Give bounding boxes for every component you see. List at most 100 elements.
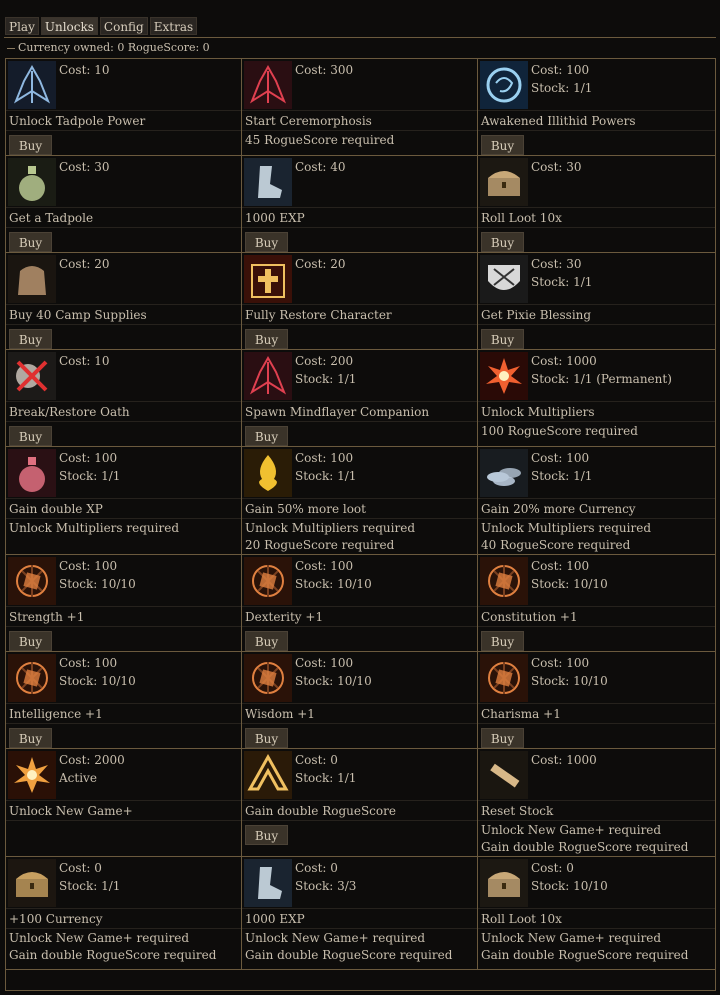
unlock-card: Cost: 1000 Reset Stock Unlock New Game+ re… [478, 749, 715, 856]
buy-button[interactable]: Buy [245, 825, 288, 845]
pixie-shield-icon [480, 255, 528, 303]
card-divider [242, 227, 477, 228]
up-arrow-icon [244, 751, 292, 799]
unlock-row: Cost: 100 Stock: 1/1 Gain double XP Unlock … [6, 447, 715, 555]
card-divider [478, 110, 715, 111]
boot-icon [244, 859, 292, 907]
buy-button[interactable]: Buy [245, 232, 288, 252]
card-divider [242, 401, 477, 402]
supply-pack-icon [8, 255, 56, 303]
tab-bar: Play Unlocks Config Extras [5, 17, 198, 35]
cost-text: Cost: 100 [295, 559, 354, 573]
requirement-text: 20 RogueScore required [245, 538, 395, 552]
card-divider [6, 928, 241, 929]
coins-icon [480, 449, 528, 497]
burst-icon [480, 352, 528, 400]
buy-button[interactable]: Buy [245, 329, 288, 349]
buy-button[interactable]: Buy [481, 232, 524, 252]
unlock-card: Cost: 30 Stock: 1/1 Get Pixie Blessing Buy [478, 253, 715, 349]
cost-text: Cost: 30 [531, 257, 582, 271]
card-divider [6, 908, 241, 909]
unlock-name: Intelligence +1 [9, 707, 103, 721]
tab-play[interactable]: Play [5, 17, 39, 35]
buy-button[interactable]: Buy [245, 426, 288, 446]
unlock-card: Cost: 0 Stock: 10/10 Roll Loot 10x Unlock N… [478, 857, 715, 969]
cost-text: Cost: 0 [295, 753, 338, 767]
requirement-text: Gain double RogueScore required [245, 948, 453, 962]
broken-oath-icon [8, 352, 56, 400]
stock-text: Stock: 1/1 [531, 275, 593, 289]
buy-button[interactable]: Buy [245, 631, 288, 651]
buy-button[interactable]: Buy [481, 728, 524, 748]
unlock-card: Cost: 1000 Stock: 1/1 (Permanent) Unlock M… [478, 350, 715, 446]
unlock-name: Get a Tadpole [9, 211, 94, 225]
tab-config[interactable]: Config [99, 17, 148, 35]
card-divider [478, 421, 715, 422]
unlock-row: Cost: 10 Break/Restore Oath Buy Cost: 200 S… [6, 350, 715, 447]
stock-text: Stock: 3/3 [295, 879, 357, 893]
unlock-card: Cost: 10 Break/Restore Oath Buy [6, 350, 242, 446]
unlock-card: Cost: 100 Stock: 1/1 Gain double XP Unlock … [6, 447, 242, 554]
divider-dash [7, 47, 15, 49]
card-divider [6, 324, 241, 325]
unlock-row: Cost: 20 Buy 40 Camp Supplies Buy Cost: 20 F… [6, 253, 715, 350]
buy-button[interactable]: Buy [245, 728, 288, 748]
boot-icon [244, 158, 292, 206]
unlock-name: Awakened Illithid Powers [481, 114, 636, 128]
card-divider [242, 800, 477, 801]
card-divider [242, 518, 477, 519]
cost-text: Cost: 20 [295, 257, 346, 271]
buy-button[interactable]: Buy [9, 232, 52, 252]
unlock-name: Roll Loot 10x [481, 211, 562, 225]
requirement-text: 100 RogueScore required [481, 424, 638, 438]
unlock-name: Unlock New Game+ [9, 804, 133, 818]
buy-button[interactable]: Buy [481, 631, 524, 651]
unlock-name: Roll Loot 10x [481, 912, 562, 926]
stock-text: Stock: 1/1 [295, 469, 357, 483]
unlock-card: Cost: 10 Unlock Tadpole Power Buy [6, 59, 242, 155]
unlock-row: Cost: 100 Stock: 10/10 Strength +1 Buy Cost… [6, 555, 715, 652]
buy-button[interactable]: Buy [9, 135, 52, 155]
tab-unlocks[interactable]: Unlocks [40, 17, 98, 35]
buy-button[interactable]: Buy [481, 329, 524, 349]
requirement-text: Unlock Multipliers required [481, 521, 651, 535]
cost-text: Cost: 0 [59, 861, 102, 875]
unlock-card: Cost: 100 Stock: 1/1 Gain 20% more Currenc… [478, 447, 715, 554]
unlock-name: Fully Restore Character [245, 308, 392, 322]
cost-text: Cost: 100 [531, 63, 590, 77]
stock-text: Stock: 1/1 [531, 81, 593, 95]
dexterity-rune-icon [244, 557, 292, 605]
loot-chest-icon [480, 158, 528, 206]
card-divider [478, 800, 715, 801]
card-divider [6, 110, 241, 111]
stock-text: Stock: 10/10 [59, 577, 136, 591]
card-divider [478, 820, 715, 821]
buy-button[interactable]: Buy [9, 631, 52, 651]
unlock-card: Cost: 2000 Active Unlock New Game+ [6, 749, 242, 856]
cost-text: Cost: 100 [531, 656, 590, 670]
buy-button[interactable]: Buy [9, 728, 52, 748]
potion-icon [8, 449, 56, 497]
requirement-text: Unlock Multipliers required [9, 521, 179, 535]
card-divider [242, 498, 477, 499]
unlock-card: Cost: 20 Fully Restore Character Buy [242, 253, 478, 349]
card-divider [478, 928, 715, 929]
card-divider [6, 207, 241, 208]
cost-text: Cost: 100 [59, 451, 118, 465]
requirement-text: Gain double RogueScore required [481, 948, 689, 962]
card-divider [6, 401, 241, 402]
unlock-card: Cost: 100 Stock: 10/10 Dexterity +1 Buy [242, 555, 478, 651]
card-divider [6, 723, 241, 724]
charisma-rune-icon [480, 654, 528, 702]
buy-button[interactable]: Buy [9, 329, 52, 349]
golden-flame-icon [244, 449, 292, 497]
tab-extras[interactable]: Extras [149, 17, 198, 35]
radiant-burst-icon [8, 751, 56, 799]
buy-button[interactable]: Buy [481, 135, 524, 155]
unlock-name: Gain 20% more Currency [481, 502, 636, 516]
buy-button[interactable]: Buy [9, 426, 52, 446]
cost-text: Cost: 300 [295, 63, 354, 77]
unlocks-grid: Cost: 10 Unlock Tadpole Power Buy Cost: 30… [5, 58, 716, 991]
unlock-card: Cost: 30 Get a Tadpole Buy [6, 156, 242, 252]
card-divider [242, 110, 477, 111]
